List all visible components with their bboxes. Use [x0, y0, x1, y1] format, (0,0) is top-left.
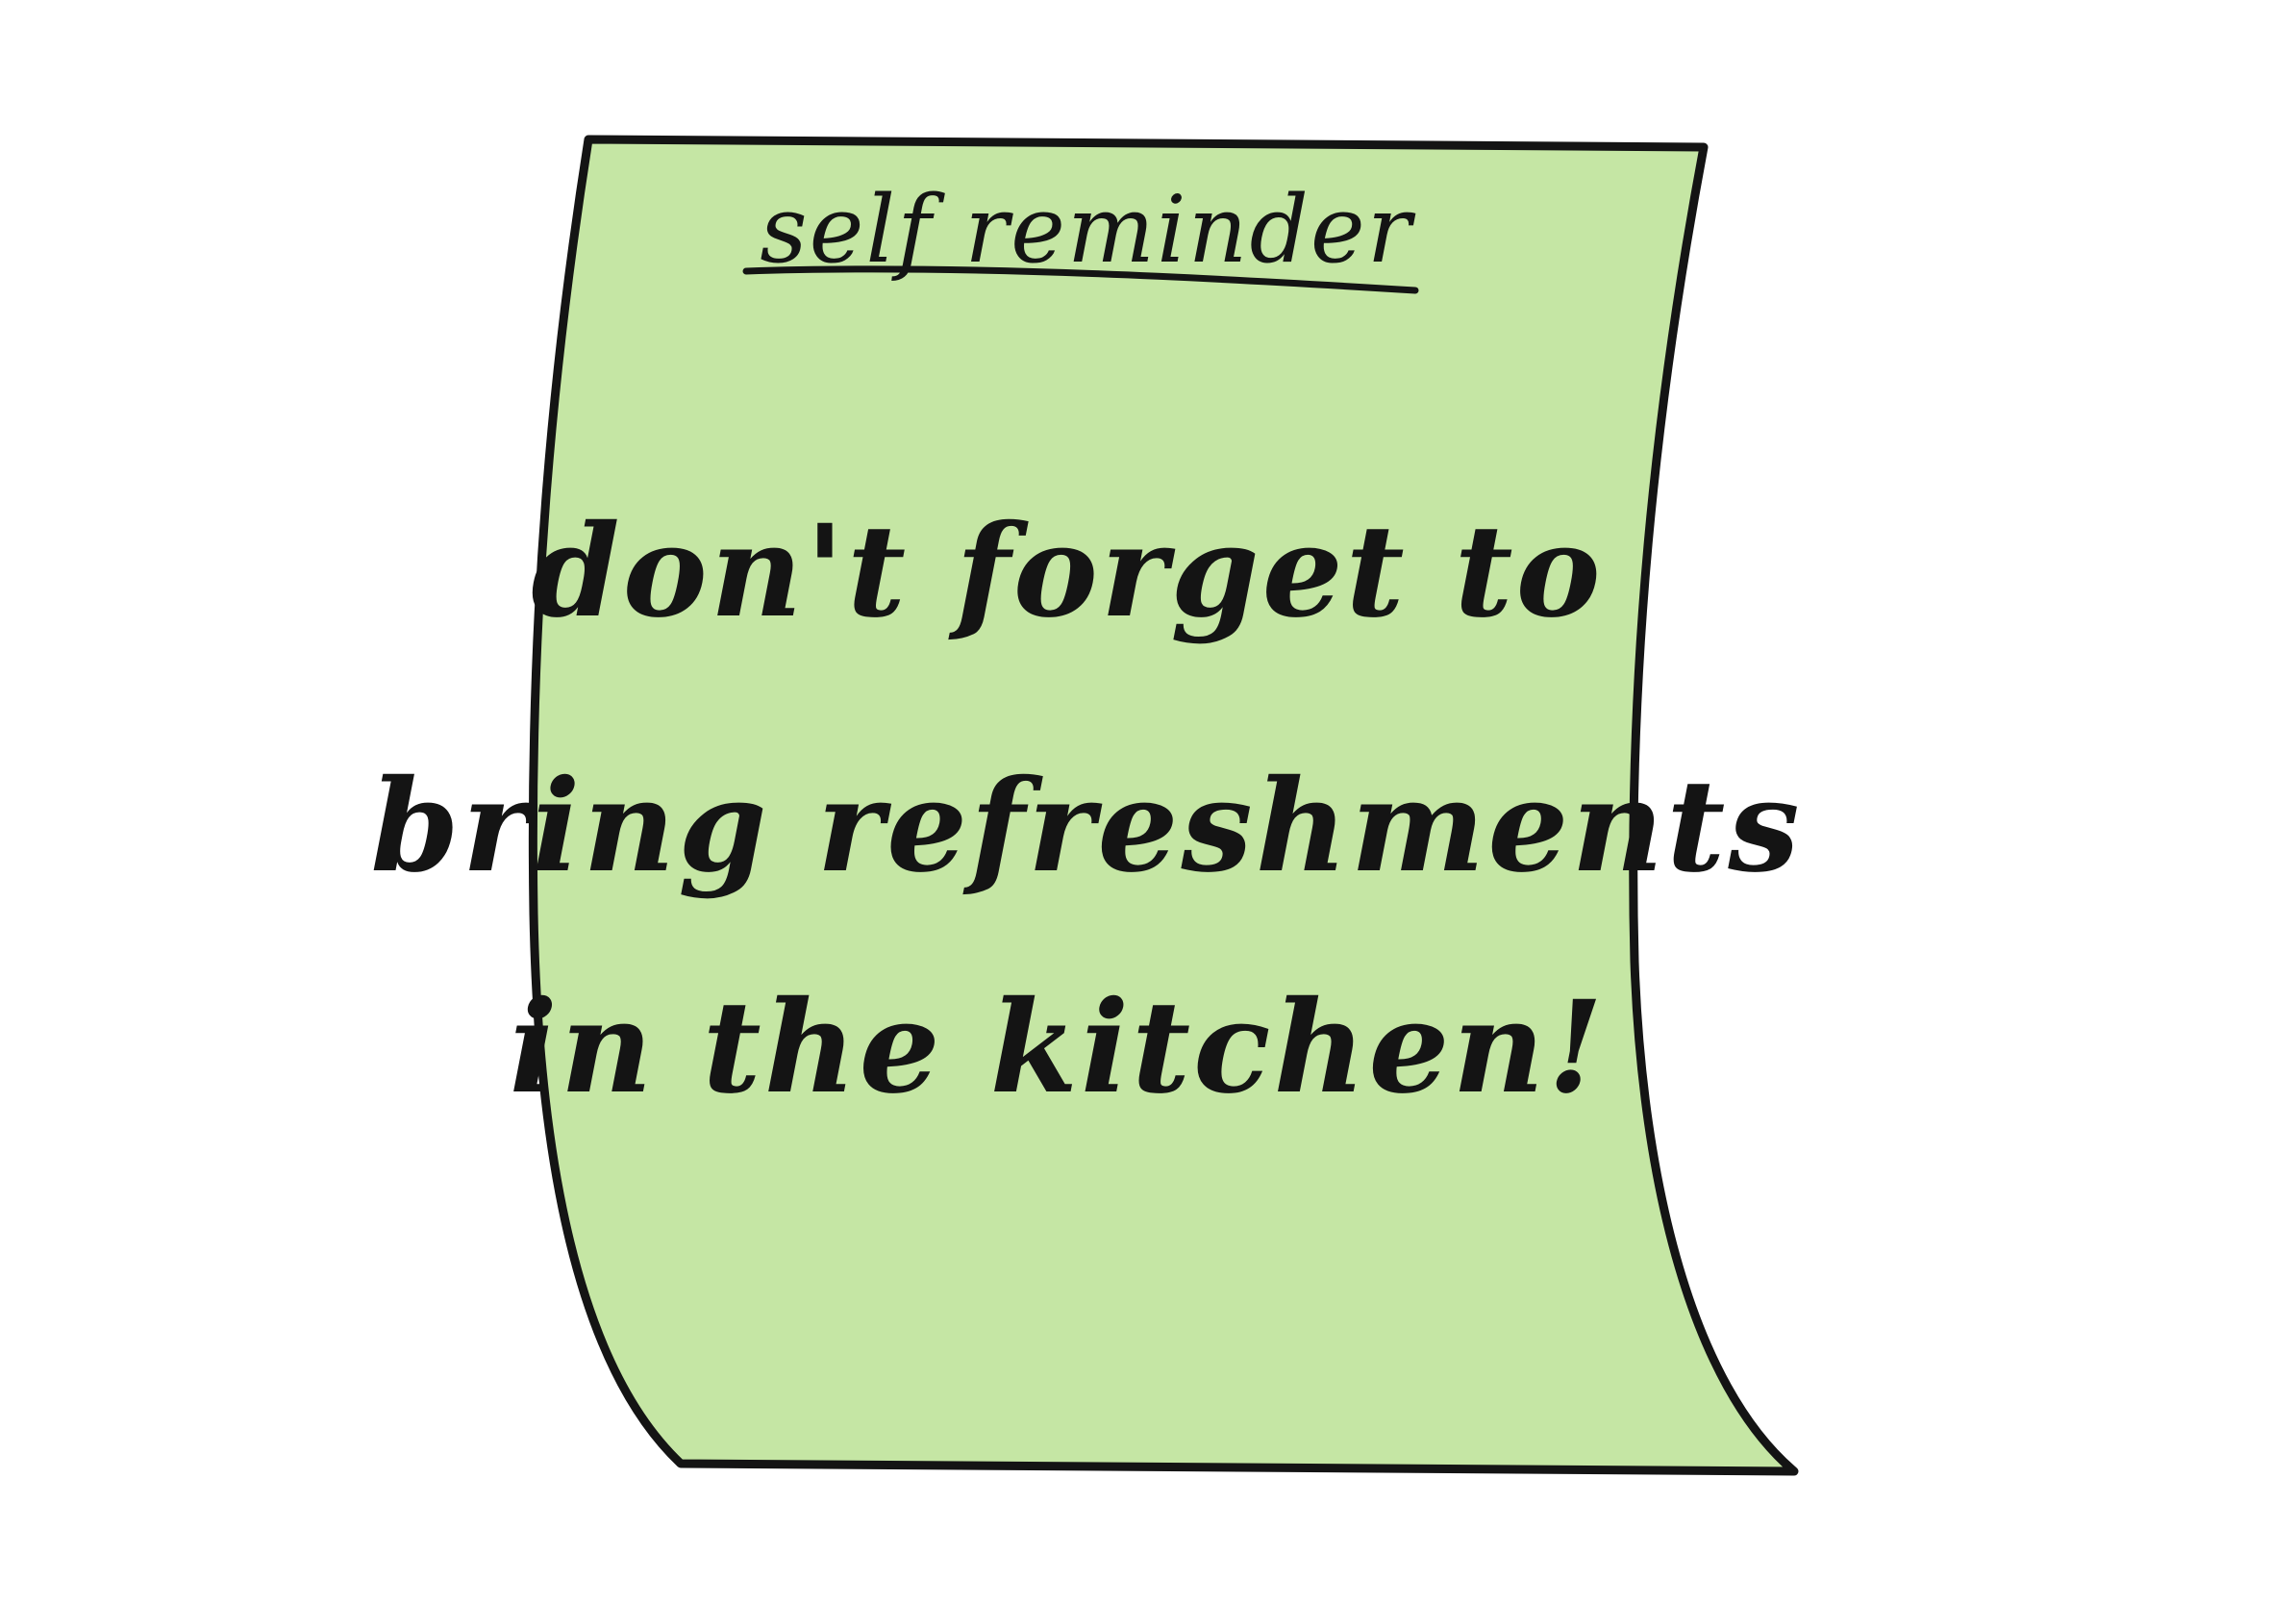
note-line-3: in the kitchen! — [510, 973, 1607, 1122]
note-line-2: bring refreshments — [370, 752, 1802, 901]
note-line-1: don't forget to — [531, 497, 1603, 646]
sticky-note-drawing: self reminder don't forget to bring refr… — [370, 135, 1802, 1476]
canvas: self reminder don't forget to bring refr… — [0, 0, 2296, 1604]
